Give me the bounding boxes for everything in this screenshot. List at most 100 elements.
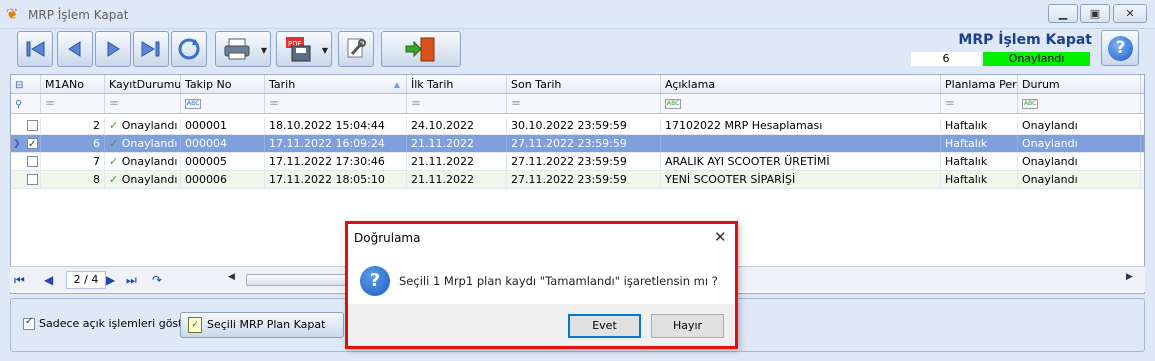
col-header-aciklama[interactable]: Açıklama — [661, 75, 941, 93]
cell-planlama: Haftalık — [941, 171, 1018, 188]
row-checkbox[interactable] — [27, 174, 38, 185]
arrow-left-icon: ◀ — [44, 273, 54, 287]
scroll-left-icon[interactable]: ◀ — [228, 272, 235, 282]
cell-tarih: 17.11.2022 16:09:24 — [265, 135, 407, 152]
cell-m1ano: 2 — [41, 117, 105, 134]
sort-asc-icon: ▲ — [393, 80, 400, 89]
nav-prev-button[interactable]: ◀ — [44, 271, 53, 289]
col-header-planlama[interactable]: Planlama Periyo — [941, 75, 1018, 93]
table-row[interactable]: 7 ✓ Onaylandı 000005 17.11.2022 17:30:46… — [11, 153, 1144, 171]
help-button[interactable]: ? — [1101, 30, 1139, 66]
table-row-selected[interactable]: ❯ 6 ✓ Onaylandı 000004 17.11.2022 16:09:… — [11, 135, 1144, 153]
filter-kayitdurumu[interactable]: ＝ — [105, 94, 181, 113]
cell-extra: - — [1141, 117, 1144, 134]
filter-sontarih[interactable]: ＝ — [507, 94, 661, 113]
filter-durum[interactable]: ABC — [1018, 94, 1141, 113]
col-header-kayitdurumu[interactable]: KayıtDurumu — [105, 75, 181, 93]
filter-planlama[interactable]: ＝ — [941, 94, 1018, 113]
row-checkbox[interactable] — [27, 156, 38, 167]
refresh-button[interactable] — [171, 31, 207, 67]
cell-durum: Onaylandı — [1018, 153, 1141, 170]
nav-refresh-button[interactable]: ↷ — [152, 271, 162, 289]
nav-first-button[interactable]: ⏮ — [14, 271, 25, 289]
filter-m1ano[interactable]: ＝ — [41, 94, 105, 113]
column-chooser-cell[interactable]: ⊟ — [11, 75, 41, 93]
exit-door-icon — [405, 37, 435, 62]
col-header-extra[interactable]: M — [1141, 75, 1144, 93]
filter-icon: ⚲ — [15, 99, 23, 110]
export-pdf-button[interactable]: PDF ▼ — [276, 31, 332, 67]
col-header-m1ano[interactable]: M1ANo — [41, 75, 105, 93]
cell-kayitdurumu: ✓ Onaylandı — [105, 135, 181, 152]
col-header-takipno[interactable]: Takip No — [181, 75, 265, 93]
col-header-sontarih[interactable]: Son Tarih — [507, 75, 661, 93]
row-select-cell[interactable] — [11, 171, 41, 188]
filter-takipno[interactable]: ABC — [181, 94, 265, 113]
cell-ilktarih: 24.10.2022 — [407, 117, 507, 134]
equals-icon: ＝ — [109, 99, 119, 110]
tools-button[interactable] — [338, 31, 374, 67]
cell-tarih: 17.11.2022 18:05:10 — [265, 171, 407, 188]
column-chooser-icon: ⊟ — [15, 80, 24, 91]
nav-next-button[interactable]: ▶ — [106, 271, 115, 289]
no-button[interactable]: Hayır — [651, 314, 724, 338]
cell-ilktarih: 21.11.2022 — [407, 171, 507, 188]
col-header-tarih[interactable]: Tarih ▲ — [265, 75, 407, 93]
only-open-label: Sadece açık işlemleri göster — [39, 317, 194, 330]
filter-aciklama[interactable]: ABC — [661, 94, 941, 113]
col-header-ilktarih[interactable]: İlk Tarih — [407, 75, 507, 93]
cell-kayitdurumu-text: Onaylandı — [121, 137, 178, 150]
skip-first-icon — [26, 41, 45, 57]
row-checkbox[interactable] — [27, 120, 38, 131]
cell-extra: N — [1141, 135, 1144, 152]
row-select-cell[interactable] — [11, 153, 41, 170]
row-checkbox[interactable] — [27, 136, 38, 152]
row-select-cell[interactable] — [11, 117, 41, 134]
maximize-button[interactable]: ▣ — [1080, 4, 1110, 23]
exit-button[interactable] — [381, 31, 461, 67]
close-mrp-plan-label: Seçili MRP Plan Kapat — [207, 318, 326, 331]
minimize-button[interactable]: ▁ — [1048, 4, 1078, 23]
dialog-close-icon[interactable]: ✕ — [714, 228, 727, 246]
equals-icon: ＝ — [511, 99, 521, 110]
prev-record-button[interactable] — [57, 31, 93, 67]
close-button[interactable]: ✕ — [1113, 4, 1147, 23]
close-icon: ✕ — [1125, 7, 1135, 20]
dialog-message: Seçili 1 Mrp1 plan kaydı "Tamamlandı" iş… — [399, 274, 718, 288]
row-select-cell[interactable]: ❯ — [11, 135, 41, 152]
last-record-button[interactable] — [133, 31, 169, 67]
cell-sontarih: 27.11.2022 23:59:59 — [507, 135, 661, 152]
print-button[interactable]: ▼ — [215, 31, 271, 67]
cell-sontarih: 27.11.2022 23:59:59 — [507, 171, 661, 188]
close-mrp-plan-button[interactable]: ✓ Seçili MRP Plan Kapat — [180, 312, 344, 338]
equals-icon: ＝ — [45, 99, 55, 110]
scrollbar-thumb[interactable] — [246, 274, 356, 286]
pdf-save-icon: PDF — [286, 37, 311, 62]
col-header-durum[interactable]: Durum — [1018, 75, 1141, 93]
filter-toggle-cell[interactable]: ⚲ — [11, 94, 41, 113]
cell-ilktarih: 21.11.2022 — [407, 153, 507, 170]
table-row[interactable]: 8 ✓ Onaylandı 000006 17.11.2022 18:05:10… — [11, 171, 1144, 189]
dialog-title: Doğrulama — [354, 231, 421, 245]
arrow-left-icon — [68, 41, 81, 57]
check-icon: ✓ — [109, 119, 119, 132]
cell-extra: N — [1141, 171, 1144, 188]
cell-kayitdurumu-text: Onaylandı — [121, 155, 178, 168]
cell-durum: Onaylandı — [1018, 117, 1141, 134]
nav-last-button[interactable]: ⏭ — [126, 271, 137, 289]
scroll-right-icon[interactable]: ▶ — [1126, 272, 1133, 282]
next-record-button[interactable] — [95, 31, 131, 67]
check-icon: ✓ — [109, 137, 119, 150]
only-open-checkbox[interactable] — [23, 316, 35, 330]
first-record-button[interactable] — [17, 31, 53, 67]
cell-durum: Onaylandı — [1018, 171, 1141, 188]
cell-m1ano: 6 — [41, 135, 105, 152]
equals-icon: ＝ — [411, 99, 421, 110]
table-row[interactable]: 2 ✓ Onaylandı 000001 18.10.2022 15:04:44… — [11, 117, 1144, 135]
filter-ilktarih[interactable]: ＝ — [407, 94, 507, 113]
filter-tarih[interactable]: ＝ — [265, 94, 407, 113]
yes-button[interactable]: Evet — [568, 314, 641, 338]
cell-kayitdurumu: ✓ Onaylandı — [105, 171, 181, 188]
redo-icon: ↷ — [152, 273, 163, 287]
cell-sontarih: 30.10.2022 23:59:59 — [507, 117, 661, 134]
